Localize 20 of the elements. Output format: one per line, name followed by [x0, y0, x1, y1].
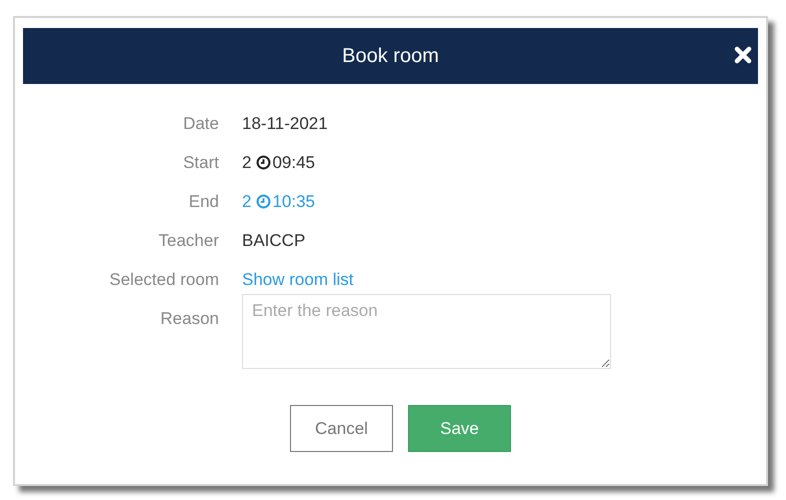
field-value: 18-11-2021 — [242, 113, 329, 135]
field-label: Selected room — [108, 269, 219, 291]
time-value: 09:45 — [272, 153, 316, 172]
field-label: Start — [182, 152, 219, 174]
time-value[interactable]: 10:35 — [272, 192, 316, 211]
close-icon[interactable] — [734, 46, 752, 64]
reason-field[interactable]: Enter the reason — [242, 294, 611, 369]
field-label: Reason — [159, 308, 219, 330]
clock-icon — [256, 155, 272, 170]
day-number: 2 — [242, 153, 252, 172]
field-label: End — [188, 191, 219, 213]
clock-icon — [256, 194, 272, 209]
field-label: Date — [182, 113, 219, 135]
show-room-list-link[interactable]: Show room list — [242, 270, 354, 289]
dialog-title: Book room — [342, 44, 439, 68]
day-number[interactable]: 2 — [242, 192, 252, 211]
field-value: BAICCP — [242, 230, 306, 252]
field-label: Teacher — [158, 230, 219, 252]
cancel-button[interactable]: Cancel — [290, 405, 393, 452]
save-button[interactable]: Save — [408, 405, 511, 452]
